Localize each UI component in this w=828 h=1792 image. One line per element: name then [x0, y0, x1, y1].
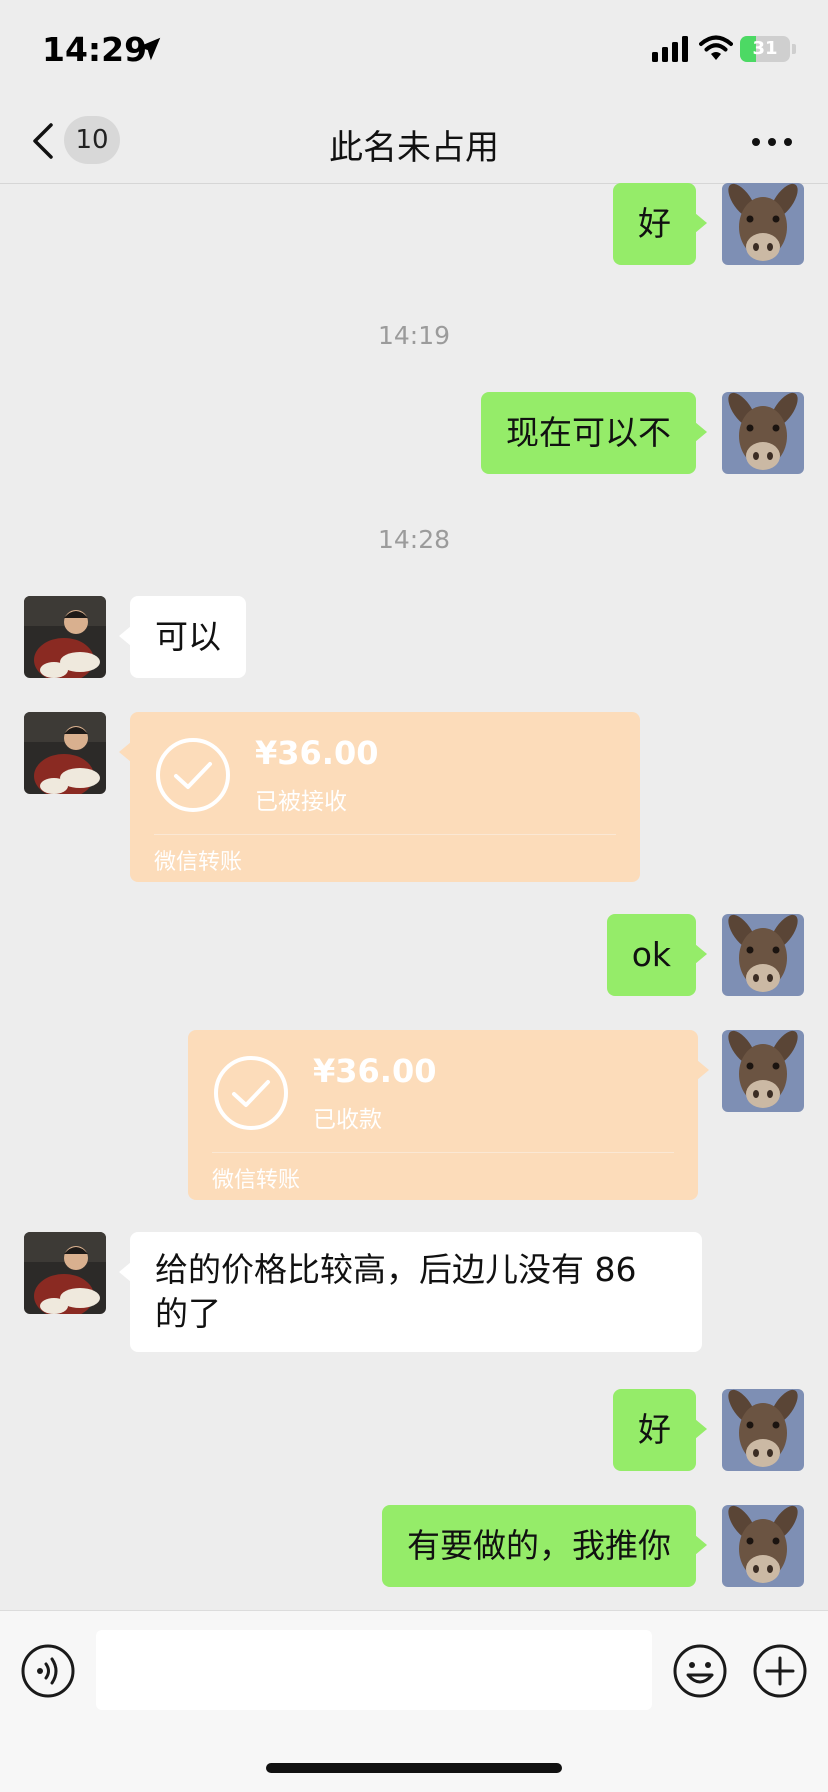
message-text: ok [631, 935, 671, 974]
message-timestamp: 14:19 [377, 321, 451, 350]
transfer-amount: ¥36.00 [313, 1052, 437, 1090]
voice-icon[interactable] [20, 1643, 76, 1699]
transfer-card-incoming[interactable]: ¥36.00 已被接收 微信转账 [119, 712, 640, 882]
donkey-avatar-image [722, 392, 804, 474]
status-time: 14:29 [42, 30, 148, 69]
contact-avatar[interactable] [24, 712, 106, 794]
location-arrow-icon [137, 37, 161, 61]
message-bubble-incoming[interactable]: 可以 [119, 596, 246, 678]
transfer-status: 已被接收 [255, 789, 347, 815]
wifi-icon [699, 35, 733, 60]
message-text: 有要做的，我推你 [407, 1526, 671, 1565]
battery-percentage: 31 [752, 38, 778, 59]
transfer-status: 已收款 [313, 1107, 382, 1133]
donkey-avatar-image [722, 1505, 804, 1587]
message-bubble-outgoing[interactable]: 有要做的，我推你 [382, 1505, 707, 1587]
message-text: 好 [638, 1410, 671, 1449]
chat-title: 此名未占用 [329, 128, 499, 168]
message-text: 好 [638, 204, 671, 243]
donkey-avatar-image [722, 914, 804, 996]
transfer-divider [212, 1152, 674, 1153]
my-avatar[interactable] [722, 1030, 804, 1112]
transfer-divider [154, 834, 616, 835]
transfer-amount: ¥36.00 [255, 734, 379, 772]
message-input[interactable] [96, 1630, 652, 1710]
cellular-signal-icon [652, 36, 688, 62]
chat-header: 10 此名未占用 [0, 100, 828, 184]
message-bubble-outgoing[interactable]: ok [606, 914, 708, 996]
donkey-avatar-image [722, 1389, 804, 1471]
person-avatar-image [24, 596, 106, 678]
message-text: 可以 [155, 617, 221, 656]
message-text: 给的价格比较高，后边儿没有 86 的了 [155, 1250, 637, 1333]
my-avatar[interactable] [722, 1389, 804, 1471]
status-bar: 14:29 31 [0, 0, 828, 100]
charging-battery-icon: 31 [740, 36, 790, 62]
emoji-icon[interactable] [672, 1643, 728, 1699]
message-text: 现在可以不 [506, 413, 671, 452]
plus-icon[interactable] [752, 1643, 808, 1699]
person-avatar-image [24, 1232, 106, 1314]
my-avatar[interactable] [722, 1505, 804, 1587]
message-bubble-outgoing[interactable]: 好 [613, 1389, 707, 1471]
message-timestamp: 14:28 [377, 525, 451, 554]
home-indicator[interactable] [266, 1763, 562, 1773]
my-avatar[interactable] [722, 914, 804, 996]
donkey-avatar-image [722, 1030, 804, 1112]
check-circle-icon [156, 738, 230, 812]
message-bubble-outgoing[interactable]: 好 [613, 183, 707, 265]
contact-avatar[interactable] [24, 1232, 106, 1314]
check-circle-icon [214, 1056, 288, 1130]
my-avatar[interactable] [722, 392, 804, 474]
donkey-avatar-image [722, 183, 804, 265]
message-bubble-incoming[interactable]: 给的价格比较高，后边儿没有 86 的了 [119, 1232, 702, 1352]
my-avatar[interactable] [722, 183, 804, 265]
transfer-label: 微信转账 [212, 1168, 301, 1193]
transfer-label: 微信转账 [154, 850, 243, 875]
transfer-card-outgoing[interactable]: ¥36.00 已收款 微信转账 [188, 1030, 709, 1200]
person-avatar-image [24, 712, 106, 794]
more-dots-icon[interactable] [748, 124, 796, 160]
contact-avatar[interactable] [24, 596, 106, 678]
message-bubble-outgoing[interactable]: 现在可以不 [481, 392, 707, 474]
battery-cap [792, 44, 796, 54]
message-list[interactable]: 好 14:19 现在可以不 14:28 可以 ¥36.00 已被接收 微信转账 … [0, 183, 828, 1610]
